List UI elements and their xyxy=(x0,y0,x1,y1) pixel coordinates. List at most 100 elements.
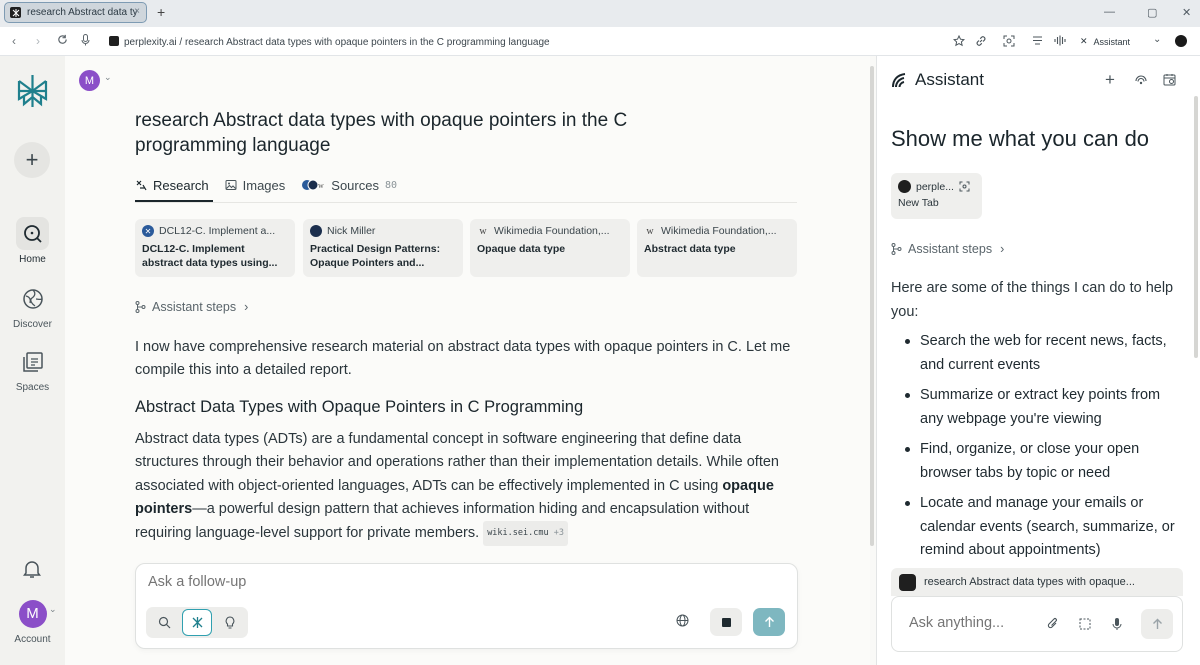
source-card-site: Nick Miller xyxy=(327,225,376,237)
maximize-icon[interactable]: ▢ xyxy=(1147,6,1157,19)
assistant-steps-toggle[interactable]: Assistant steps › xyxy=(891,242,1004,256)
back-icon[interactable]: ‹ xyxy=(12,34,16,48)
globe-sources-icon[interactable] xyxy=(676,614,689,627)
image-icon xyxy=(225,179,237,191)
site-favicon-icon xyxy=(109,36,119,46)
tab-images[interactable]: Images xyxy=(225,174,285,196)
source-card[interactable]: w Wikimedia Foundation,... Opaque data ty… xyxy=(470,219,630,277)
perplexity-favicon-icon xyxy=(898,180,911,193)
bookmark-star-icon[interactable] xyxy=(953,35,965,47)
microphone-icon[interactable] xyxy=(1112,617,1122,631)
new-tab-icon[interactable]: + xyxy=(157,4,165,20)
stop-square-icon xyxy=(721,617,731,627)
mode-switcher xyxy=(146,607,248,638)
user-avatar[interactable]: M xyxy=(79,70,100,91)
context-site: perple... xyxy=(916,180,954,193)
tab-strip: research Abstract data types with opaque… xyxy=(0,0,1200,27)
forward-icon[interactable]: › xyxy=(36,34,40,48)
link-icon[interactable] xyxy=(975,35,987,47)
answer-text: —a powerful design pattern that achieves… xyxy=(135,500,750,542)
close-window-icon[interactable]: ✕ xyxy=(1182,6,1191,19)
stop-button[interactable] xyxy=(710,608,742,636)
reader-icon[interactable] xyxy=(1032,35,1043,46)
list-item: Summarize or extract key points from any… xyxy=(905,384,1185,431)
assistant-steps-toggle[interactable]: Assistant steps › xyxy=(135,300,248,314)
assistant-input-box xyxy=(891,596,1183,652)
followup-box xyxy=(135,563,798,649)
voice-wave-icon[interactable] xyxy=(1054,35,1066,46)
list-item: Find, organize, or close your open brows… xyxy=(905,438,1185,485)
context-tab-card[interactable]: perple... New Tab xyxy=(891,173,982,219)
sources-favicons-icon: w xyxy=(301,179,325,191)
chevron-down-icon[interactable]: ⌄ xyxy=(1153,34,1161,45)
notifications-bell-icon[interactable] xyxy=(22,559,42,579)
rail-discover-label: Discover xyxy=(13,319,52,330)
source-card-site: Wikimedia Foundation,... xyxy=(661,225,777,237)
sources-count: 80 xyxy=(384,179,398,191)
list-item: Search the web for recent news, facts, a… xyxy=(905,330,1185,377)
answer-text: Abstract data types (ADTs) are a fundame… xyxy=(135,431,779,494)
history-icon[interactable] xyxy=(1163,73,1176,86)
new-chat-icon[interactable]: + xyxy=(1105,70,1115,90)
source-card[interactable]: ✕ DCL12-C. Implement a... DCL12-C. Implem… xyxy=(135,219,295,277)
attach-icon[interactable] xyxy=(1047,617,1059,631)
minimize-icon[interactable]: — xyxy=(1104,6,1115,18)
followup-input[interactable] xyxy=(148,574,748,590)
citation-source: wiki.sei.cmu xyxy=(487,528,549,539)
url-field[interactable]: perplexity.ai / research Abstract data t… xyxy=(109,36,550,48)
screenshot-search-icon[interactable] xyxy=(1003,35,1015,47)
main-content: M ⌄ research Abstract data types with op… xyxy=(65,56,874,665)
chevron-right-icon: › xyxy=(1000,242,1005,256)
labs-mode-button[interactable] xyxy=(214,609,245,636)
citation-chip[interactable]: wiki.sei.cmu +3 xyxy=(483,521,568,547)
screenshot-icon xyxy=(959,181,970,192)
arrow-up-icon xyxy=(1152,618,1162,629)
assistant-toggle-button[interactable]: ✕ Assistant xyxy=(1080,36,1130,47)
account-chevron-icon[interactable]: ⌄ xyxy=(49,604,57,615)
rail-spaces-label: Spaces xyxy=(15,382,50,393)
send-button[interactable] xyxy=(753,608,785,636)
close-assistant-icon[interactable]: ✕ xyxy=(1080,36,1088,47)
profile-icon[interactable] xyxy=(1175,35,1187,47)
browser-tab[interactable]: research Abstract data types with opaque… xyxy=(4,2,147,23)
research-mode-button[interactable] xyxy=(181,609,213,636)
source-card[interactable]: w Wikimedia Foundation,... Abstract data … xyxy=(637,219,797,277)
assistant-intro: Here are some of the things I can do to … xyxy=(891,280,1174,320)
rail-home-label: Home xyxy=(19,254,46,265)
tab-sources-label: Sources xyxy=(331,177,379,193)
select-region-icon[interactable] xyxy=(1079,618,1091,630)
perplexity-logo[interactable] xyxy=(16,73,49,109)
close-tab-icon[interactable]: × xyxy=(134,6,140,17)
answer-heading: Abstract Data Types with Opaque Pointers… xyxy=(135,398,584,416)
rail-home[interactable]: Home xyxy=(0,217,65,265)
assistant-input[interactable] xyxy=(909,615,1039,631)
main-scrollbar[interactable] xyxy=(870,66,874,546)
attached-tab-chip[interactable]: research Abstract data types with opaque… xyxy=(891,568,1183,596)
broadcast-icon[interactable] xyxy=(1134,74,1148,86)
capability-list: Search the web for recent news, facts, a… xyxy=(905,330,1185,570)
answer-paragraph: Abstract data types (ADTs) are a fundame… xyxy=(135,428,805,547)
chevron-right-icon: › xyxy=(244,300,249,314)
rail-spaces[interactable]: Spaces xyxy=(0,345,65,393)
assistant-send-button[interactable] xyxy=(1141,609,1173,639)
user-menu-chevron-icon[interactable]: ⌄ xyxy=(104,72,112,83)
tab-sources[interactable]: w Sources 80 xyxy=(301,174,397,196)
citation-more: +3 xyxy=(553,528,564,539)
branch-icon xyxy=(135,301,146,313)
left-rail: + Home Discover Spaces M Account ⌄ xyxy=(0,56,65,665)
new-thread-button[interactable]: + xyxy=(14,142,50,178)
branch-icon xyxy=(891,243,902,255)
source-card[interactable]: Nick Miller Practical Design Patterns: O… xyxy=(303,219,463,277)
tab-research[interactable]: Research xyxy=(135,174,209,196)
reload-icon[interactable] xyxy=(57,34,68,45)
microphone-icon[interactable] xyxy=(81,34,90,46)
assistant-panel: Assistant + Show me what you can do perp… xyxy=(876,56,1200,665)
assistant-scrollbar[interactable] xyxy=(1194,96,1198,358)
source-card-title: DCL12-C. Implement abstract data types u… xyxy=(142,243,278,269)
result-tabs: Research Images w Sources 80 xyxy=(135,174,397,196)
search-mode-button[interactable] xyxy=(149,609,180,636)
attached-tab-title: research Abstract data types with opaque… xyxy=(924,576,1135,588)
wikipedia-icon: w xyxy=(646,225,654,237)
tab-research-label: Research xyxy=(153,177,209,193)
rail-discover[interactable]: Discover xyxy=(0,282,65,330)
